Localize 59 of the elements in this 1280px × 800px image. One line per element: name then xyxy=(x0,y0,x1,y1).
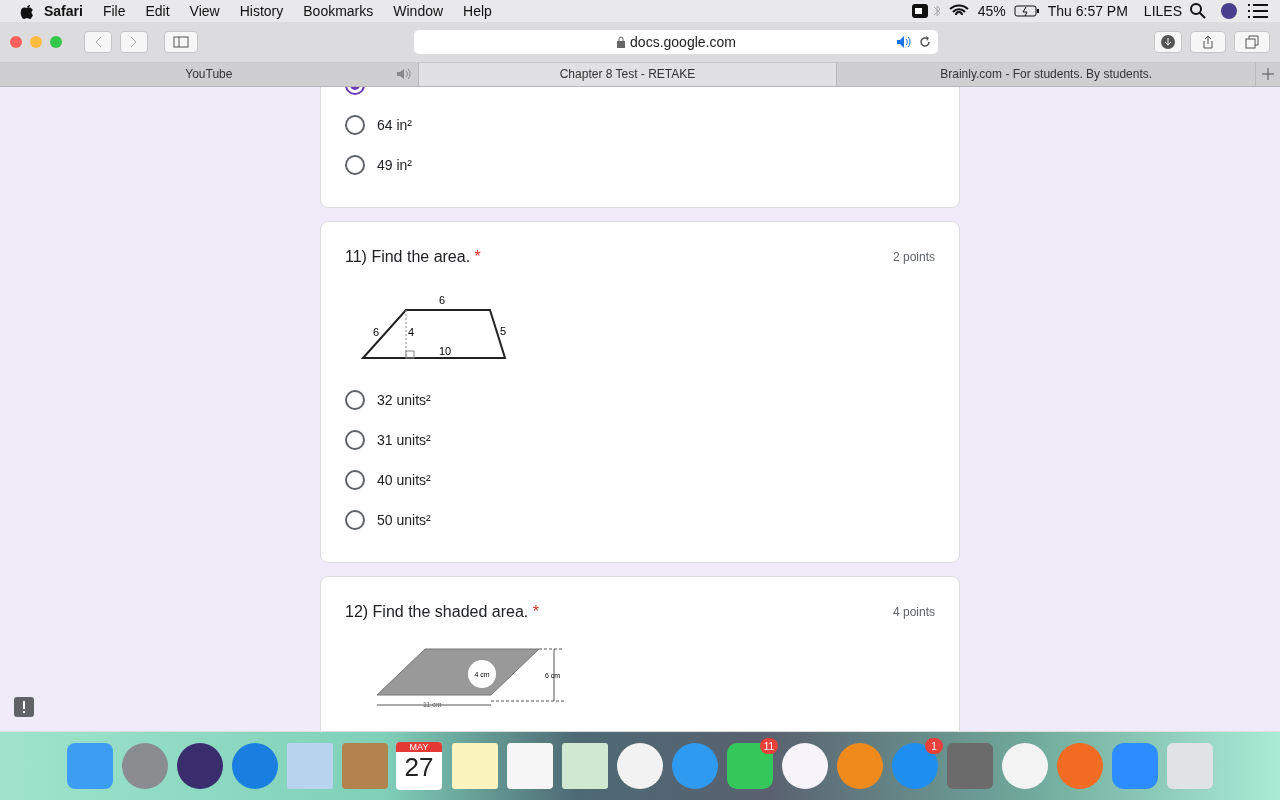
option-label: 31 units² xyxy=(377,431,431,448)
user-name: LILES xyxy=(1142,2,1183,19)
radio-button[interactable] xyxy=(345,429,365,450)
plus-icon[interactable] xyxy=(1262,68,1274,81)
close-icon[interactable] xyxy=(10,35,22,48)
radio-button[interactable] xyxy=(345,469,365,490)
download-icon xyxy=(1161,34,1175,49)
battery-percentage: 45% xyxy=(976,2,1007,19)
wifi-icon[interactable] xyxy=(947,3,970,18)
clock: Thu 6:57 PM xyxy=(1046,2,1129,19)
menu-item[interactable]: Bookmarks xyxy=(293,2,384,19)
calendar-icon[interactable]: MAY 27 xyxy=(396,742,442,791)
radio-button[interactable] xyxy=(345,389,365,410)
menu-item[interactable]: Help xyxy=(453,2,502,19)
chevron-left-icon xyxy=(94,35,102,48)
points-label: 2 points xyxy=(892,249,935,264)
sidebar-button[interactable] xyxy=(164,30,198,53)
share-button[interactable] xyxy=(1190,30,1226,53)
lock-icon xyxy=(616,35,627,48)
chevron-right-icon xyxy=(130,35,138,48)
notification-badge: 1 xyxy=(925,738,943,755)
battery-icon[interactable] xyxy=(1013,3,1040,18)
menu-item[interactable]: History xyxy=(229,2,294,19)
option-label: 40 units² xyxy=(377,471,431,488)
orb-icon[interactable] xyxy=(1220,1,1238,20)
list-icon[interactable] xyxy=(1248,3,1268,18)
reload-icon[interactable] xyxy=(918,34,932,49)
radio-button[interactable] xyxy=(345,154,365,175)
browser-tab[interactable]: Chapter 8 Test - RETAKE xyxy=(418,62,838,86)
question-title: 11) Find the area. * xyxy=(345,247,481,266)
notification-badge: 11 xyxy=(760,738,778,755)
search-icon[interactable] xyxy=(1190,2,1206,19)
speaker-icon[interactable] xyxy=(395,68,412,81)
tabs-overview-button[interactable] xyxy=(1234,30,1270,53)
menu-item[interactable]: View xyxy=(179,2,230,19)
menu-item[interactable]: File xyxy=(92,2,136,19)
address-field[interactable]: docs.google.com xyxy=(414,29,938,54)
download-button[interactable] xyxy=(1154,30,1182,53)
question-title: 12) Find the shaded area. * xyxy=(345,602,539,621)
speaker-icon[interactable] xyxy=(896,34,912,49)
zoom-icon[interactable] xyxy=(50,35,62,48)
menu-item[interactable]: Window xyxy=(383,2,454,19)
option-label: 50 units² xyxy=(377,511,431,528)
apple-logo-icon[interactable] xyxy=(20,2,34,19)
exclamation-icon xyxy=(22,701,26,714)
sidebar-icon xyxy=(173,35,189,48)
option-label: 49 in² xyxy=(377,156,413,173)
forward-button[interactable] xyxy=(120,30,148,53)
share-icon xyxy=(1202,34,1214,49)
overlapping-squares-icon xyxy=(1245,34,1259,49)
points-label: 4 points xyxy=(892,604,935,619)
option-label: 64 in² xyxy=(377,116,413,133)
app-menu[interactable]: Safari xyxy=(34,2,93,19)
feedback-button[interactable] xyxy=(14,697,34,718)
menu-item[interactable]: Edit xyxy=(135,2,180,19)
back-button[interactable] xyxy=(84,30,112,53)
radio-button[interactable] xyxy=(345,114,365,135)
option-label: 32 units² xyxy=(377,391,431,408)
radio-button[interactable] xyxy=(345,509,365,530)
